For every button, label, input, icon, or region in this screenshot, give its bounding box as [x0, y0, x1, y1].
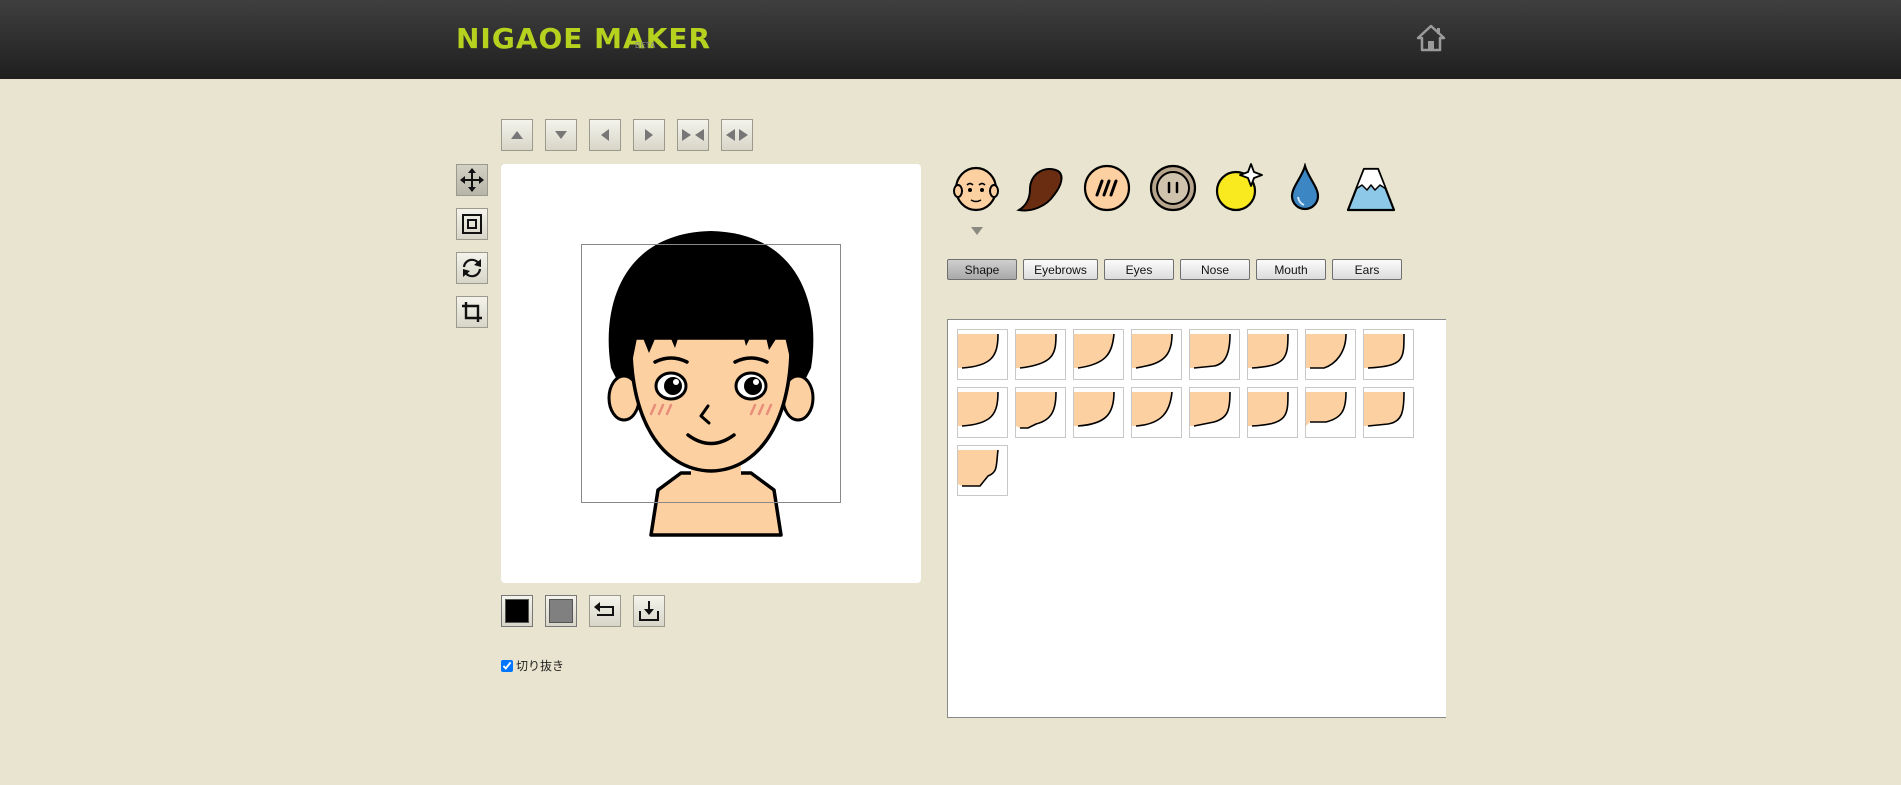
face-shape-thumbnail[interactable]	[957, 329, 1008, 380]
tab-eyebrows[interactable]: Eyebrows	[1023, 259, 1098, 280]
move-right-icon	[645, 129, 653, 141]
cheek-icon[interactable]	[1082, 163, 1132, 213]
face-shape-thumbnail[interactable]	[957, 445, 1008, 496]
primary-color-swatch[interactable]	[501, 595, 533, 627]
drop-icon[interactable]	[1280, 163, 1330, 213]
widen-icon	[726, 129, 748, 141]
tab-eyes[interactable]: Eyes	[1104, 259, 1174, 280]
face-shape-thumbnail[interactable]	[1131, 329, 1182, 380]
move-tool-icon	[460, 168, 484, 192]
face-shape-thumbnail[interactable]	[1363, 387, 1414, 438]
move-up-icon	[511, 131, 523, 139]
header-bar	[0, 0, 1901, 79]
tab-shape[interactable]: Shape	[947, 259, 1017, 280]
tab-mouth[interactable]: Mouth	[1256, 259, 1326, 280]
widen-button[interactable]	[721, 119, 753, 151]
app-logo[interactable]: NIGAOE MAKER	[456, 22, 711, 55]
crop-tool-icon	[462, 302, 482, 322]
beta-badge: BETA	[635, 41, 656, 50]
primary-color-fill	[505, 599, 529, 623]
scale-tool-button[interactable]	[456, 208, 488, 240]
face-shape-thumbnail[interactable]	[1073, 387, 1124, 438]
face-shape-thumbnail[interactable]	[1131, 387, 1182, 438]
clip-checkbox[interactable]	[501, 659, 513, 672]
sparkle-icon[interactable]	[1214, 163, 1264, 213]
face-shape-thumbnail[interactable]	[1247, 329, 1298, 380]
face-shape-thumbnail[interactable]	[1015, 387, 1066, 438]
scale-tool-icon	[462, 214, 482, 234]
narrow-icon	[682, 129, 704, 141]
save-button[interactable]	[633, 595, 665, 627]
move-right-button[interactable]	[633, 119, 665, 151]
face-shape-thumbnail[interactable]	[1305, 387, 1356, 438]
move-up-button[interactable]	[501, 119, 533, 151]
secondary-color-swatch[interactable]	[545, 595, 577, 627]
face-shape-thumbnail[interactable]	[1073, 329, 1124, 380]
rotate-tool-icon	[462, 258, 482, 278]
home-icon[interactable]	[1416, 24, 1446, 52]
face-shape-thumbnail[interactable]	[1305, 329, 1356, 380]
move-left-icon	[601, 129, 609, 141]
crop-tool-button[interactable]	[456, 296, 488, 328]
move-down-icon	[555, 131, 567, 139]
clip-option[interactable]: 切り抜き	[501, 657, 564, 674]
face-shape-thumbnail[interactable]	[1189, 329, 1240, 380]
secondary-color-fill	[549, 599, 573, 623]
face-icon[interactable]	[951, 163, 1001, 213]
move-tool-button[interactable]	[456, 164, 488, 196]
rotate-tool-button[interactable]	[456, 252, 488, 284]
clip-label: 切り抜き	[516, 659, 565, 673]
mountain-icon[interactable]	[1346, 163, 1396, 213]
button-icon[interactable]	[1148, 163, 1198, 213]
undo-icon	[594, 602, 614, 616]
tab-nose[interactable]: Nose	[1180, 259, 1250, 280]
hair-icon[interactable]	[1016, 163, 1066, 213]
undo-button[interactable]	[589, 595, 621, 627]
download-icon	[639, 601, 659, 621]
face-shape-thumbnail[interactable]	[1247, 387, 1298, 438]
move-left-button[interactable]	[589, 119, 621, 151]
active-category-marker	[971, 227, 983, 235]
face-shape-thumbnail[interactable]	[1189, 387, 1240, 438]
face-shape-thumbnail[interactable]	[1363, 329, 1414, 380]
face-shape-thumbnail[interactable]	[1015, 329, 1066, 380]
face-shape-thumbnail[interactable]	[957, 387, 1008, 438]
narrow-button[interactable]	[677, 119, 709, 151]
tab-ears[interactable]: Ears	[1332, 259, 1402, 280]
move-down-button[interactable]	[545, 119, 577, 151]
avatar-portrait[interactable]	[591, 228, 831, 538]
